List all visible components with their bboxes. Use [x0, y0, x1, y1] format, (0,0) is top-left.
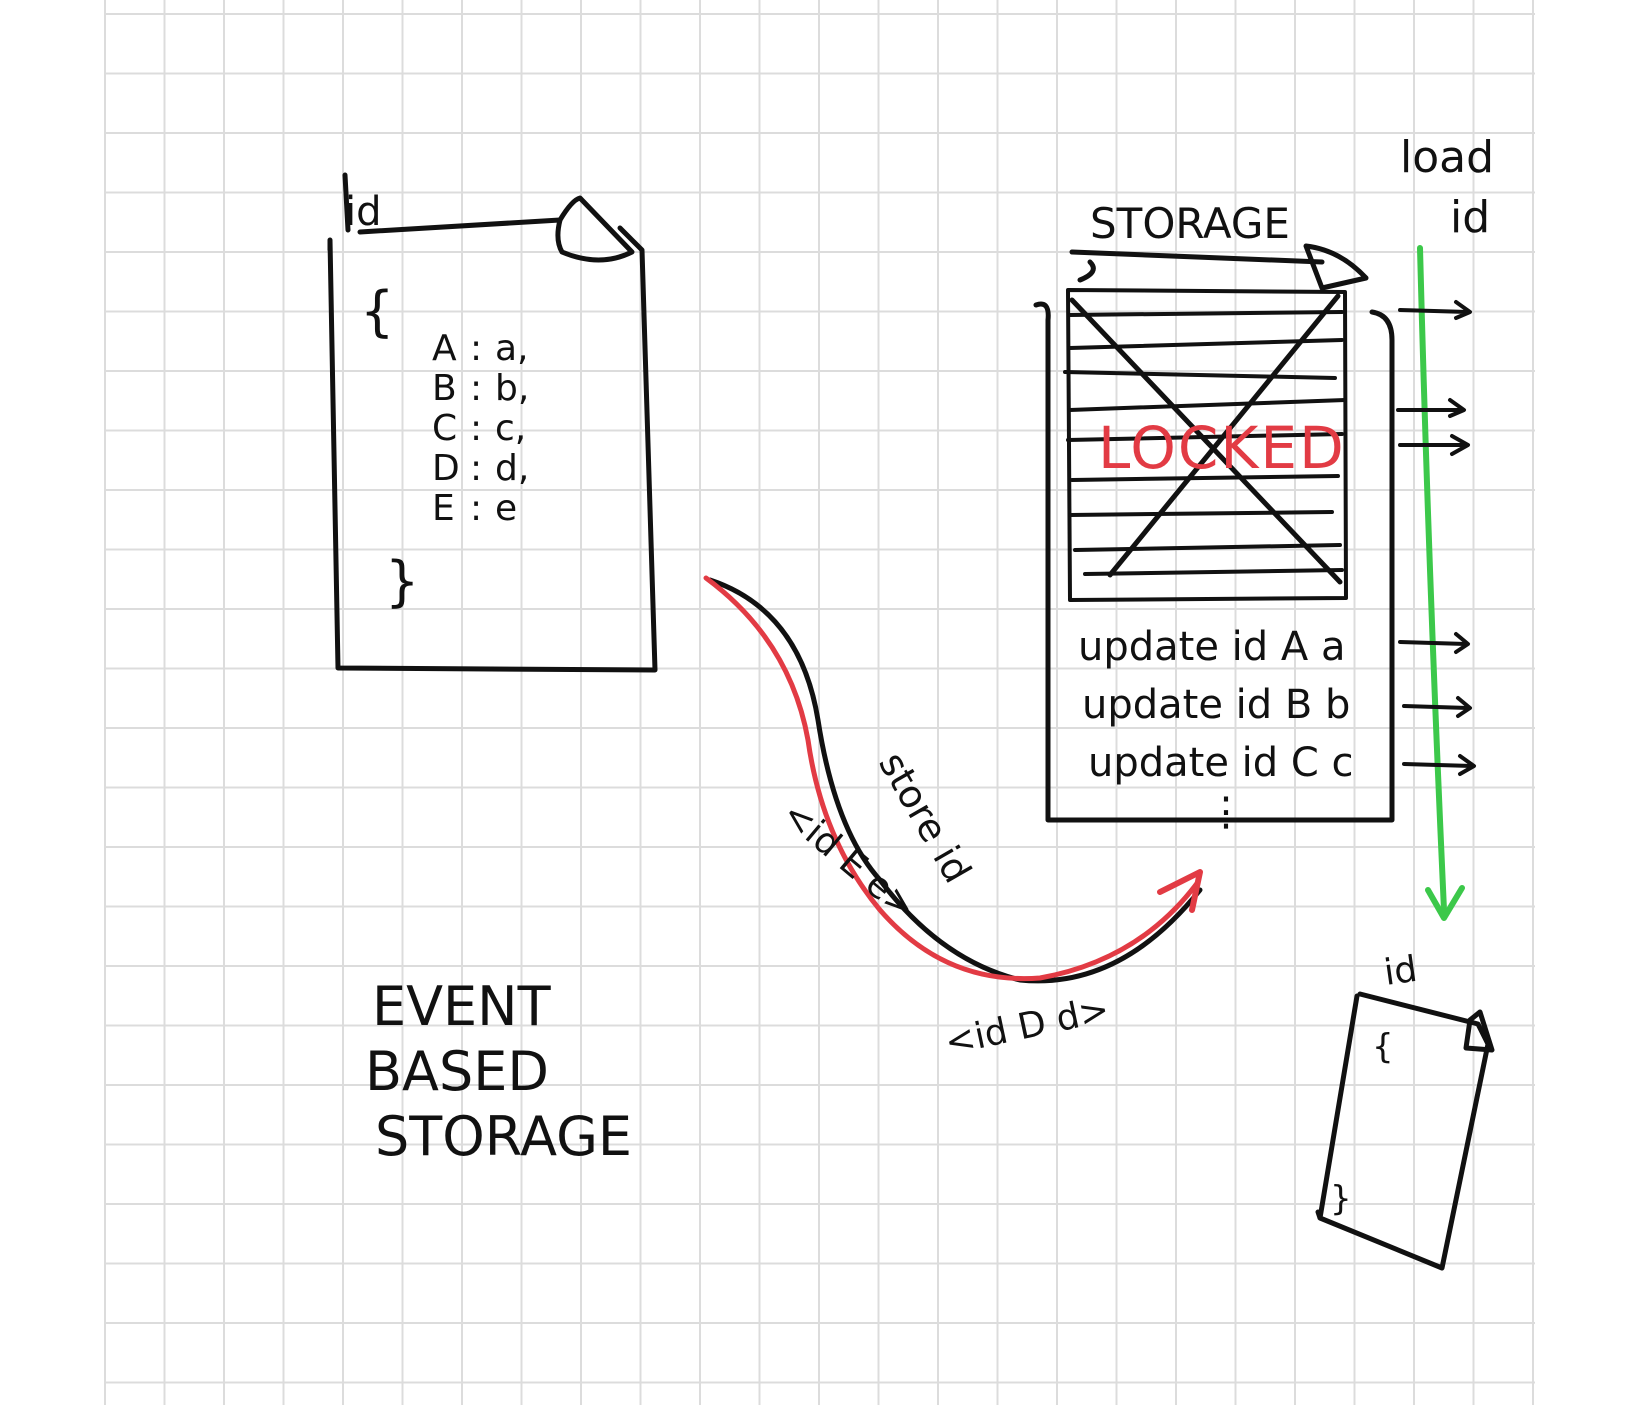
loaded-document: id { }: [1315, 949, 1495, 1271]
field-key: A: [432, 328, 457, 369]
locked-region: LOCKED: [1063, 288, 1348, 602]
field-sep: :: [470, 408, 482, 449]
read-tick: [1398, 434, 1470, 456]
field-key: C: [432, 408, 457, 449]
storage-title: STORAGE: [1090, 199, 1290, 248]
diagram-canvas: id { A : a, B : b, C : c, D : d, E : e }…: [104, 0, 1535, 1405]
event-list: update id A a update id B b update id C …: [1078, 624, 1354, 835]
source-document: id { A : a, B : b, C : c, D : d, E : e }: [327, 172, 658, 673]
field-sep: :: [470, 488, 482, 529]
field-key: B: [432, 368, 457, 409]
field-key: E: [432, 488, 455, 529]
event-entry: update id B b: [1082, 682, 1350, 728]
caption-line: BASED: [365, 1040, 549, 1103]
read-tick: [1396, 398, 1466, 418]
storage-box: STORAGE LOCKED update id A a update id B…: [1033, 199, 1395, 835]
field-sep: :: [470, 368, 482, 409]
document-fields: A : a, B : b, C : c, D : d, E : e: [432, 328, 529, 529]
log-line: [1068, 398, 1347, 412]
document-id-underline: [342, 172, 351, 233]
field-value: e: [495, 488, 517, 529]
load-id-label: id: [1450, 192, 1490, 243]
locked-label: LOCKED: [1098, 414, 1346, 482]
document-close-brace: }: [385, 550, 419, 613]
field-value: a,: [495, 328, 529, 369]
field-sep: :: [470, 328, 482, 369]
field-key: D: [432, 448, 460, 489]
document-open-brace: {: [360, 280, 394, 343]
loaded-document-id-label: id: [1382, 949, 1420, 994]
load-stream: load id: [1396, 132, 1494, 921]
loaded-document-outline: [1315, 991, 1491, 1271]
loaded-document-close-brace: }: [1330, 1179, 1352, 1219]
field-value: b,: [495, 368, 529, 409]
log-line: [1068, 510, 1334, 517]
storage-top-edge: [1069, 249, 1325, 283]
log-line: [1083, 568, 1344, 576]
field-value: d,: [495, 448, 529, 489]
event-list-more: ⋮: [1206, 789, 1246, 835]
field-value: c,: [495, 408, 526, 449]
field-sep: :: [470, 448, 482, 489]
caption-line: EVENT: [372, 975, 552, 1038]
load-label: load: [1400, 132, 1494, 183]
load-arrow: [1417, 245, 1447, 913]
document-id-label: id: [345, 189, 382, 235]
event-entry: update id C c: [1088, 740, 1354, 786]
caption-line: STORAGE: [375, 1105, 632, 1168]
read-tick: [1398, 300, 1472, 320]
event-entry: update id A a: [1078, 624, 1345, 670]
event-d-label: <id D d>: [941, 989, 1113, 1064]
caption: EVENT BASED STORAGE: [365, 975, 632, 1168]
loaded-document-open-brace: {: [1372, 1027, 1394, 1067]
